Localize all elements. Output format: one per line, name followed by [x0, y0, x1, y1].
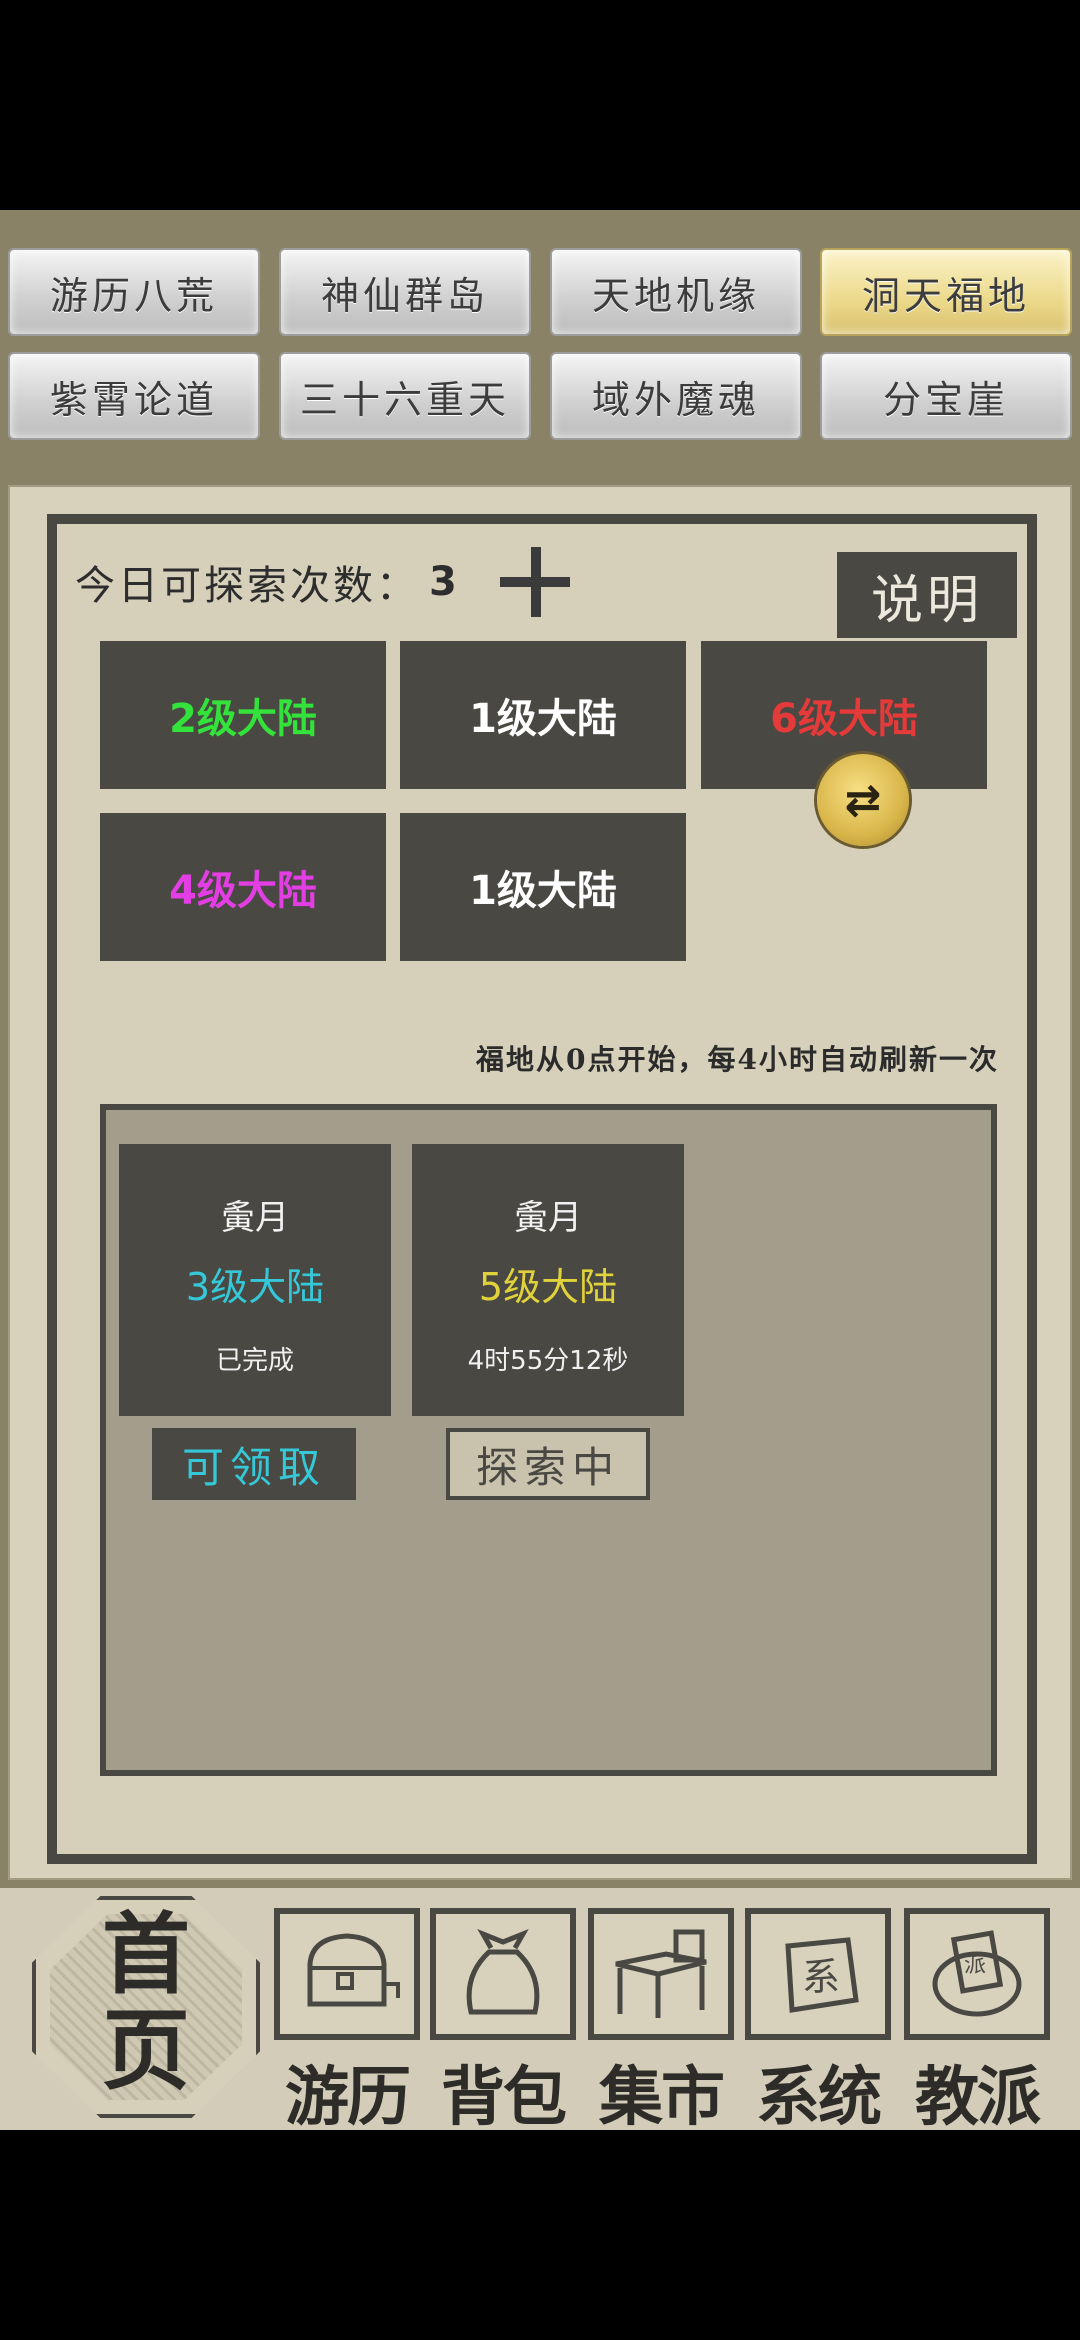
tab-immortal-islands[interactable]: 神仙群岛	[279, 248, 531, 336]
land-option-label: 2级大陆	[169, 696, 317, 742]
land-option-label: 6级大陆	[770, 696, 918, 742]
home-label-line1: 首	[101, 1902, 190, 2006]
nav-label: 背包	[441, 2060, 567, 2135]
card-land: 5级大陆	[478, 1265, 618, 1309]
card-timer: 4时55分12秒	[467, 1346, 629, 1376]
land-option-label: 1级大陆	[469, 696, 617, 742]
exploration-card-1: 夤月 3级大陆 已完成	[119, 1144, 391, 1416]
card-name: 夤月	[514, 1198, 582, 1238]
sect-icon: 派	[904, 1908, 1050, 2040]
land-option-label: 1级大陆	[469, 868, 617, 914]
tab-treasure-cliff[interactable]: 分宝崖	[820, 352, 1072, 440]
nav-item-wander[interactable]: 游历	[274, 1908, 420, 2135]
tab-wander[interactable]: 游历八荒	[8, 248, 260, 336]
nav-item-system[interactable]: 系 系统	[745, 1908, 891, 2135]
land-option-1[interactable]: 2级大陆	[100, 641, 386, 789]
chest-icon	[274, 1908, 420, 2040]
nav-label: 游历	[285, 2060, 411, 2135]
bag-icon	[430, 1908, 576, 2040]
tab-cave-paradise[interactable]: 洞天福地	[820, 248, 1072, 336]
market-stall-icon	[588, 1908, 734, 2040]
tab-outer-demons[interactable]: 域外魔魂	[550, 352, 802, 440]
exploration-slots: 夤月 3级大陆 已完成 可领取 夤月 5级大陆 4时55分12秒 探索中	[100, 1104, 997, 1776]
explore-count-value: 3	[429, 559, 460, 605]
nav-item-sect[interactable]: 派 教派	[904, 1908, 1050, 2135]
svg-text:派: 派	[964, 1953, 986, 1978]
explore-count-row: 今日可探索次数： 3	[75, 547, 570, 617]
card-land: 3级大陆	[185, 1265, 325, 1309]
app-screen: 游历八荒 神仙群岛 天地机缘 洞天福地 紫霄论道 三十六重天 域外魔魂 分宝崖 …	[0, 210, 1080, 2135]
nav-label: 集市	[599, 2060, 725, 2135]
bottom-nav: 首 页 游历 背包 集市 系 系统 派 教派	[0, 1888, 1080, 2135]
plus-icon[interactable]	[499, 547, 570, 617]
nav-label: 系统	[756, 2060, 882, 2135]
land-option-5[interactable]: 1级大陆	[400, 813, 686, 961]
system-seal-icon: 系	[745, 1908, 891, 2040]
explore-frame: 今日可探索次数： 3 说明 2级大陆 1级大陆 6级大陆 4级大陆 1级大陆 ⇄…	[47, 514, 1037, 1864]
tab-36-heavens[interactable]: 三十六重天	[279, 352, 531, 440]
exploration-card-2: 夤月 5级大陆 4时55分12秒	[412, 1144, 684, 1416]
refresh-icon[interactable]: ⇄	[817, 754, 909, 846]
card-status: 已完成	[215, 1346, 294, 1376]
main-panel: 今日可探索次数： 3 说明 2级大陆 1级大陆 6级大陆 4级大陆 1级大陆 ⇄…	[8, 485, 1072, 1880]
home-button[interactable]: 首 页	[32, 1896, 260, 2118]
explore-count-label: 今日可探索次数：	[75, 563, 419, 609]
help-button[interactable]: 说明	[837, 552, 1017, 638]
nav-item-bag[interactable]: 背包	[430, 1908, 576, 2135]
land-option-4[interactable]: 4级大陆	[100, 813, 386, 961]
nav-label: 教派	[915, 2060, 1041, 2135]
land-option-2[interactable]: 1级大陆	[400, 641, 686, 789]
top-tabs: 游历八荒 神仙群岛 天地机缘 洞天福地 紫霄论道 三十六重天 域外魔魂 分宝崖	[8, 248, 1072, 448]
claim-button[interactable]: 可领取	[152, 1428, 356, 1500]
tab-zixiao-debate[interactable]: 紫霄论道	[8, 352, 260, 440]
tab-heaven-earth[interactable]: 天地机缘	[550, 248, 802, 336]
card-name: 夤月	[221, 1198, 289, 1238]
home-label-line2: 页	[101, 1998, 190, 2102]
svg-text:系: 系	[802, 1955, 840, 1999]
exploring-button[interactable]: 探索中	[446, 1428, 650, 1500]
land-option-label: 4级大陆	[169, 868, 317, 914]
refresh-note: 福地从0点开始，每4小时自动刷新一次	[476, 1043, 999, 1076]
nav-item-market[interactable]: 集市	[588, 1908, 734, 2135]
